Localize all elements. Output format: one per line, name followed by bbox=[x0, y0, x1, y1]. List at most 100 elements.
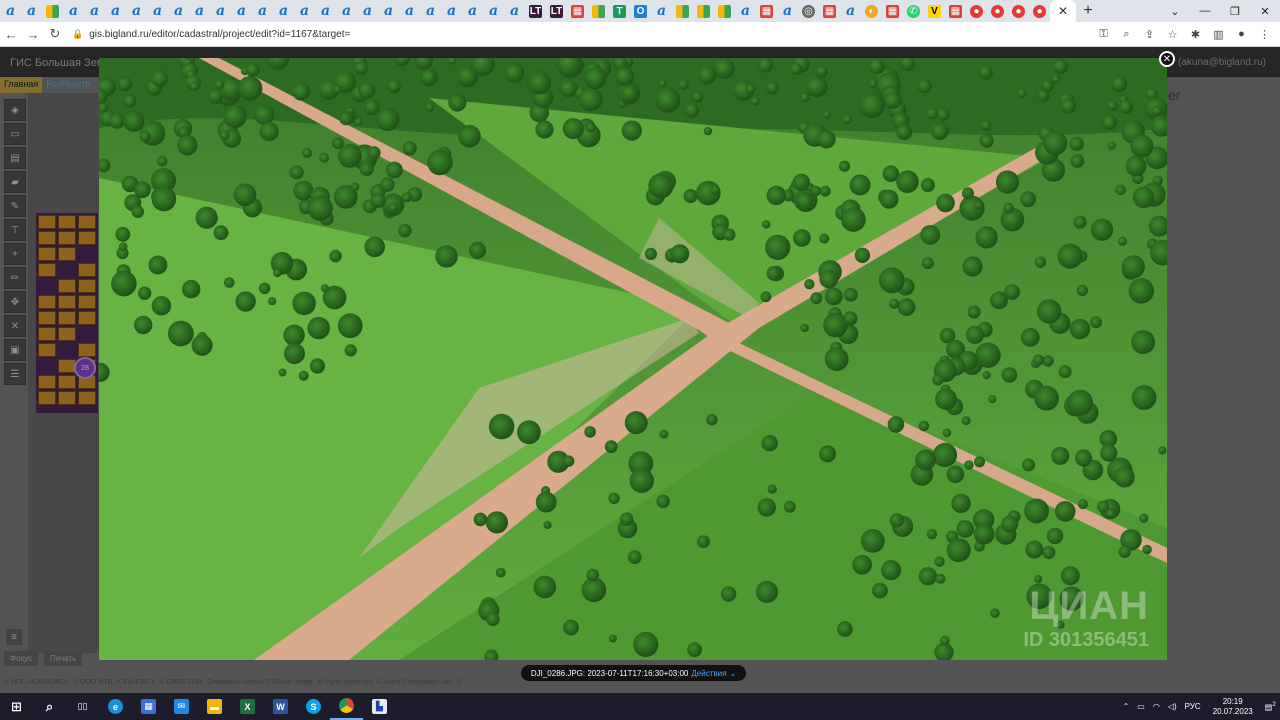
browser-tab[interactable]: LT bbox=[525, 0, 546, 22]
tree bbox=[990, 608, 1000, 618]
browser-tab[interactable]: a bbox=[336, 0, 357, 22]
browser-tab[interactable]: a bbox=[462, 0, 483, 22]
clock[interactable]: 20:19 20.07.2023 bbox=[1205, 697, 1261, 717]
browser-tab[interactable]: ▦ bbox=[819, 0, 840, 22]
menu-icon[interactable]: ⋮ bbox=[1253, 22, 1276, 47]
wifi-icon[interactable]: ◠ bbox=[1149, 702, 1164, 711]
browser-tab[interactable]: a bbox=[357, 0, 378, 22]
browser-tab[interactable]: a bbox=[0, 0, 21, 22]
sidebar-icon[interactable]: ▥ bbox=[1207, 22, 1230, 47]
browser-tab[interactable]: ▦ bbox=[945, 0, 966, 22]
browser-tab[interactable]: a bbox=[189, 0, 210, 22]
a-icon: a bbox=[656, 2, 667, 19]
browser-tab[interactable]: T bbox=[609, 0, 630, 22]
browser-tab[interactable] bbox=[588, 0, 609, 22]
key-icon[interactable]: ⚿ bbox=[1092, 22, 1115, 47]
browser-tab[interactable]: a bbox=[21, 0, 42, 22]
volume-icon[interactable]: ◁) bbox=[1164, 702, 1181, 711]
back-button[interactable]: ← bbox=[0, 22, 22, 47]
browser-tab[interactable]: LT bbox=[546, 0, 567, 22]
browser-tab[interactable]: a bbox=[210, 0, 231, 22]
browser-tab[interactable]: a bbox=[315, 0, 336, 22]
chevron-down-icon[interactable]: ⌄ bbox=[729, 669, 736, 678]
extensions-icon[interactable]: ✱ bbox=[1184, 22, 1207, 47]
new-tab-button[interactable]: + bbox=[1076, 2, 1100, 20]
chevron-up-icon[interactable]: ⌃ bbox=[1119, 702, 1134, 711]
taskbar-excel[interactable]: X bbox=[231, 693, 264, 720]
browser-tab[interactable]: ● bbox=[987, 0, 1008, 22]
browser-tab[interactable]: ● bbox=[966, 0, 987, 22]
network-icon[interactable]: ▭ bbox=[1133, 702, 1149, 711]
browser-tab[interactable]: a bbox=[441, 0, 462, 22]
browser-tab[interactable]: ▦ bbox=[756, 0, 777, 22]
share-icon[interactable]: ⇪ bbox=[1138, 22, 1161, 47]
browser-tab[interactable]: ◎ bbox=[798, 0, 819, 22]
browser-tab[interactable]: a bbox=[483, 0, 504, 22]
browser-tab[interactable] bbox=[42, 0, 63, 22]
star-icon[interactable]: ☆ bbox=[1161, 22, 1184, 47]
browser-tab[interactable]: a bbox=[126, 0, 147, 22]
taskbar-edge[interactable]: e bbox=[99, 693, 132, 720]
taskbar-word[interactable]: W bbox=[264, 693, 297, 720]
browser-tab[interactable]: ▦ bbox=[882, 0, 903, 22]
browser-tab[interactable]: a bbox=[399, 0, 420, 22]
language-indicator[interactable]: РУС bbox=[1181, 702, 1205, 711]
browser-tab[interactable]: a bbox=[147, 0, 168, 22]
browser-tab[interactable]: V bbox=[924, 0, 945, 22]
browser-tab[interactable] bbox=[714, 0, 735, 22]
browser-tab[interactable] bbox=[693, 0, 714, 22]
browser-tab[interactable]: O bbox=[630, 0, 651, 22]
close-icon[interactable]: ✕ bbox=[1058, 4, 1068, 18]
browser-tab[interactable]: a bbox=[840, 0, 861, 22]
browser-tab[interactable]: a bbox=[378, 0, 399, 22]
browser-tab[interactable]: a bbox=[63, 0, 84, 22]
close-window-button[interactable]: ✕ bbox=[1250, 0, 1280, 22]
browser-tab[interactable]: ● bbox=[1029, 0, 1050, 22]
taskbar-app[interactable]: ▙ bbox=[363, 693, 396, 720]
chevron-down-icon[interactable]: ⌄ bbox=[1160, 0, 1190, 22]
lock-icon[interactable]: 🔒 bbox=[72, 29, 83, 40]
profile-icon[interactable]: ● bbox=[1230, 22, 1253, 47]
browser-tab[interactable]: a bbox=[252, 0, 273, 22]
taskbar-store[interactable]: ▦ bbox=[132, 693, 165, 720]
tree bbox=[134, 181, 151, 199]
minimize-button[interactable]: — bbox=[1190, 0, 1220, 22]
caption-actions-link[interactable]: Действия bbox=[691, 669, 726, 678]
browser-tab[interactable]: a bbox=[420, 0, 441, 22]
browser-tab[interactable]: ● bbox=[1008, 0, 1029, 22]
browser-tab[interactable]: a bbox=[651, 0, 672, 22]
active-tab[interactable]: ✕ bbox=[1050, 0, 1076, 22]
excel-icon: X bbox=[240, 699, 255, 714]
browser-tab[interactable]: ▦ bbox=[567, 0, 588, 22]
forward-button[interactable]: → bbox=[22, 22, 44, 47]
browser-tab[interactable]: a bbox=[735, 0, 756, 22]
taskbar-chrome[interactable] bbox=[330, 693, 363, 720]
taskbar-mail[interactable]: ✉ bbox=[165, 693, 198, 720]
zoom-icon[interactable]: ⌕ bbox=[1115, 22, 1138, 47]
close-lightbox-button[interactable]: ✕ bbox=[1159, 51, 1175, 67]
browser-tab[interactable]: a bbox=[105, 0, 126, 22]
restore-button[interactable]: ❐ bbox=[1220, 0, 1250, 22]
browser-tab[interactable]: a bbox=[777, 0, 798, 22]
tree bbox=[289, 165, 304, 180]
address-bar[interactable]: 🔒 gis.bigland.ru/editor/cadastral/projec… bbox=[72, 25, 1082, 44]
taskbar-skype[interactable]: S bbox=[297, 693, 330, 720]
taskbar-explorer[interactable]: ▬ bbox=[198, 693, 231, 720]
browser-tab[interactable]: a bbox=[84, 0, 105, 22]
browser-tab[interactable]: a bbox=[504, 0, 525, 22]
tree bbox=[978, 65, 993, 80]
browser-tab[interactable]: a bbox=[273, 0, 294, 22]
browser-tab[interactable]: ✆ bbox=[903, 0, 924, 22]
browser-tab[interactable]: a bbox=[294, 0, 315, 22]
search-button[interactable]: ⌕ bbox=[33, 693, 66, 720]
browser-tab[interactable]: a bbox=[231, 0, 252, 22]
browser-tab[interactable] bbox=[672, 0, 693, 22]
reload-button[interactable]: ↻ bbox=[44, 22, 66, 47]
url-text[interactable]: gis.bigland.ru/editor/cadastral/project/… bbox=[89, 29, 350, 40]
notification-icon[interactable]: ▤2 bbox=[1261, 701, 1280, 712]
start-button[interactable]: ⊞ bbox=[0, 693, 33, 720]
browser-tab[interactable]: a bbox=[168, 0, 189, 22]
browser-tab[interactable]: ◐ bbox=[861, 0, 882, 22]
system-tray: ⌃ ▭ ◠ ◁) РУС 20:19 20.07.2023 ▤2 bbox=[1119, 693, 1280, 720]
task-view-button[interactable]: ▯▯ bbox=[66, 693, 99, 720]
